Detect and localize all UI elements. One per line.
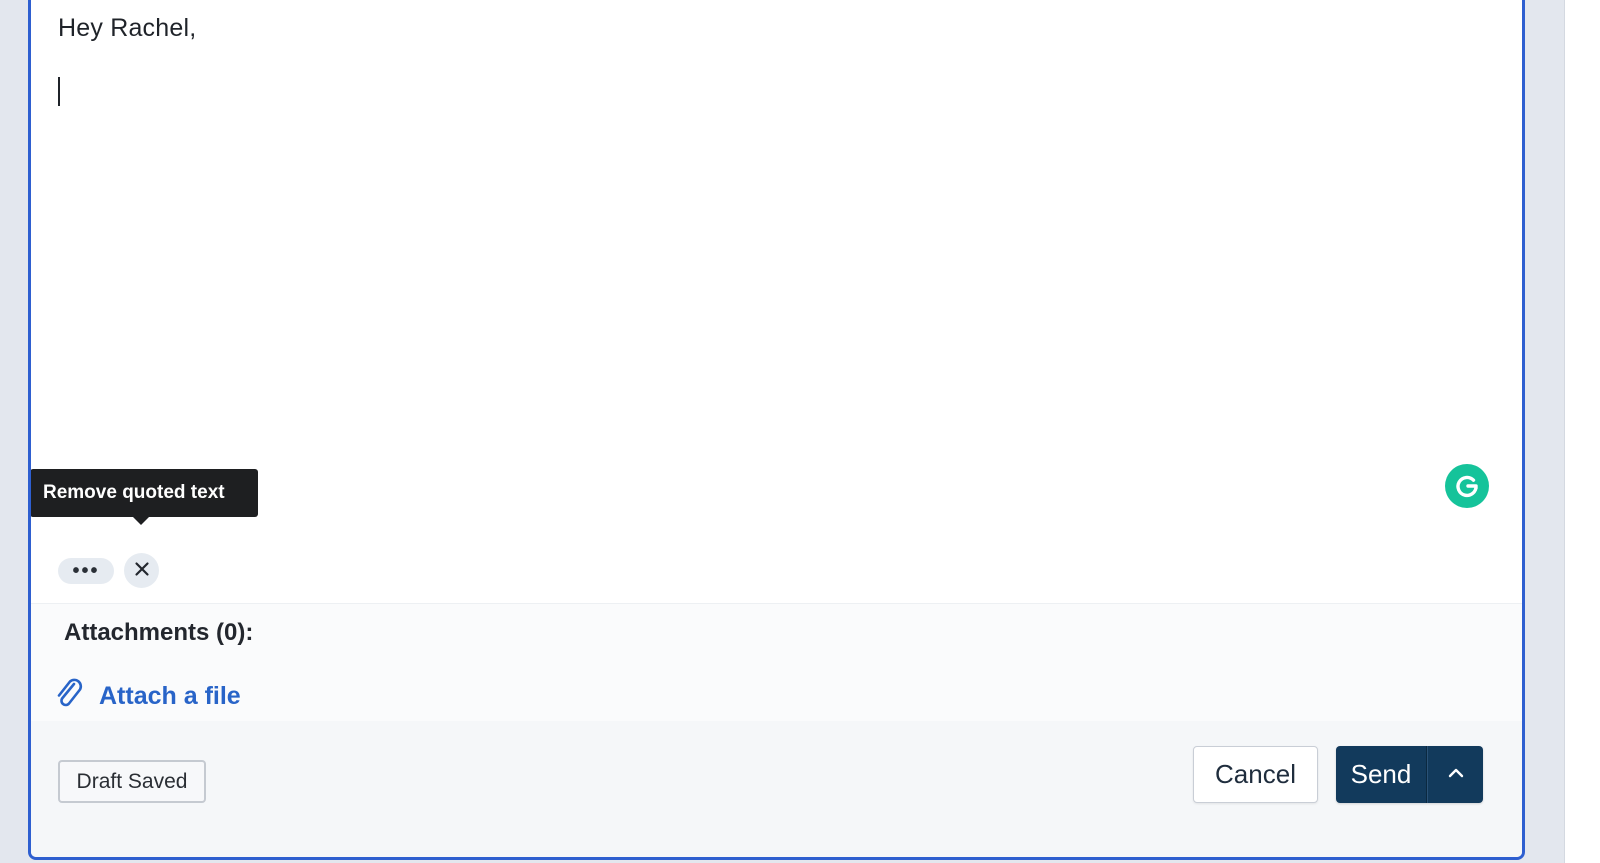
attachments-section: Attachments (0): Attach a file (31, 603, 1522, 721)
grammarly-icon[interactable] (1445, 464, 1489, 508)
composer-footer: Draft Saved Cancel Send (31, 721, 1522, 857)
close-icon (134, 561, 150, 580)
remove-quoted-text-tooltip: Remove quoted text (31, 469, 258, 525)
right-panel-edge (1564, 0, 1600, 863)
attach-file-label[interactable]: Attach a file (99, 682, 241, 711)
attachments-heading: Attachments (0): (64, 619, 254, 646)
text-cursor (58, 77, 60, 106)
paperclip-icon (53, 676, 87, 717)
show-quoted-text-button[interactable]: ••• (58, 558, 114, 584)
chevron-up-icon (1447, 767, 1465, 782)
email-composer: Hey Rachel, Remove quoted text ••• Attac… (28, 0, 1525, 860)
message-greeting[interactable]: Hey Rachel, (58, 14, 196, 43)
attach-file-link[interactable]: Attach a file (53, 676, 241, 717)
send-button-group: Send (1336, 746, 1483, 803)
send-options-button[interactable] (1427, 746, 1483, 803)
send-button[interactable]: Send (1336, 746, 1427, 803)
remove-quoted-text-button[interactable] (124, 553, 159, 588)
cancel-button[interactable]: Cancel (1193, 746, 1318, 803)
draft-status-badge: Draft Saved (58, 760, 206, 803)
